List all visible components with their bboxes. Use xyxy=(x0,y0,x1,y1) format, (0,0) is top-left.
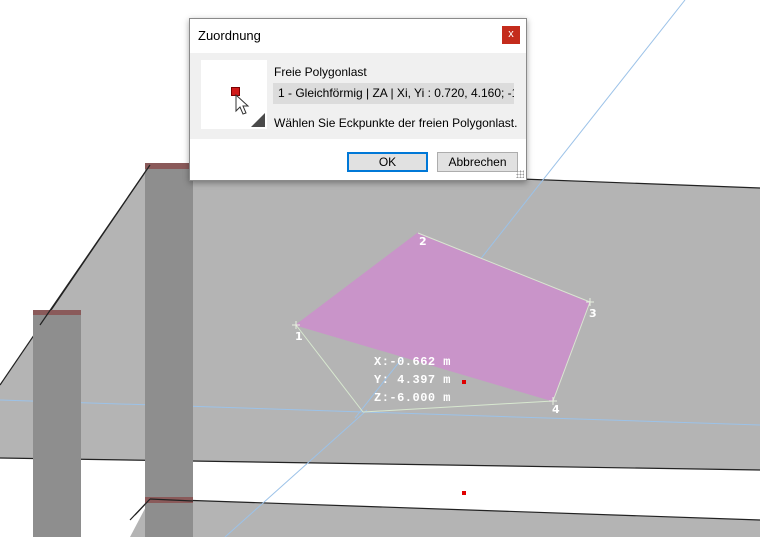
cursor-snap-marker xyxy=(462,380,466,384)
instruction-text: Wählen Sie Eckpunkte der freien Polygonl… xyxy=(274,116,518,130)
coord-readout-y: Y: 4.397 m xyxy=(374,373,452,387)
resize-grip-icon[interactable] xyxy=(516,170,524,178)
ok-button[interactable]: OK xyxy=(347,152,428,172)
column-left-cap xyxy=(33,310,81,315)
column-center-cap xyxy=(145,163,193,169)
column-center xyxy=(145,165,193,537)
point-marker xyxy=(462,491,466,495)
pick-point-cursor-icon xyxy=(201,60,267,129)
vertex-label-1: 1 xyxy=(295,330,303,343)
vertex-label-3: 3 xyxy=(589,307,597,320)
corner-triangle-icon xyxy=(251,113,265,127)
section-label: Freie Polygonlast xyxy=(274,65,367,79)
coord-readout-z: Z:-6.000 m xyxy=(374,391,452,405)
lower-slab xyxy=(130,499,760,537)
dialog-body: Freie Polygonlast 1 - Gleichförmig | ZA … xyxy=(190,53,526,139)
assignment-dialog: Zuordnung x Freie Polygonlast 1 - Gleich… xyxy=(189,18,527,181)
load-selection-field[interactable]: 1 - Gleichförmig | ZA | Xi, Yi : 0.720, … xyxy=(273,83,514,104)
coord-readout-x: X:-0.662 m xyxy=(374,355,452,369)
close-icon: x xyxy=(508,28,514,40)
column-left xyxy=(33,312,81,537)
vertex-label-4: 4 xyxy=(552,403,560,416)
vertex-label-2: 2 xyxy=(419,235,427,248)
cursor-arrow-icon xyxy=(235,94,250,115)
cancel-button[interactable]: Abbrechen xyxy=(437,152,518,172)
dialog-title: Zuordnung xyxy=(198,28,261,43)
close-button[interactable]: x xyxy=(502,26,520,44)
